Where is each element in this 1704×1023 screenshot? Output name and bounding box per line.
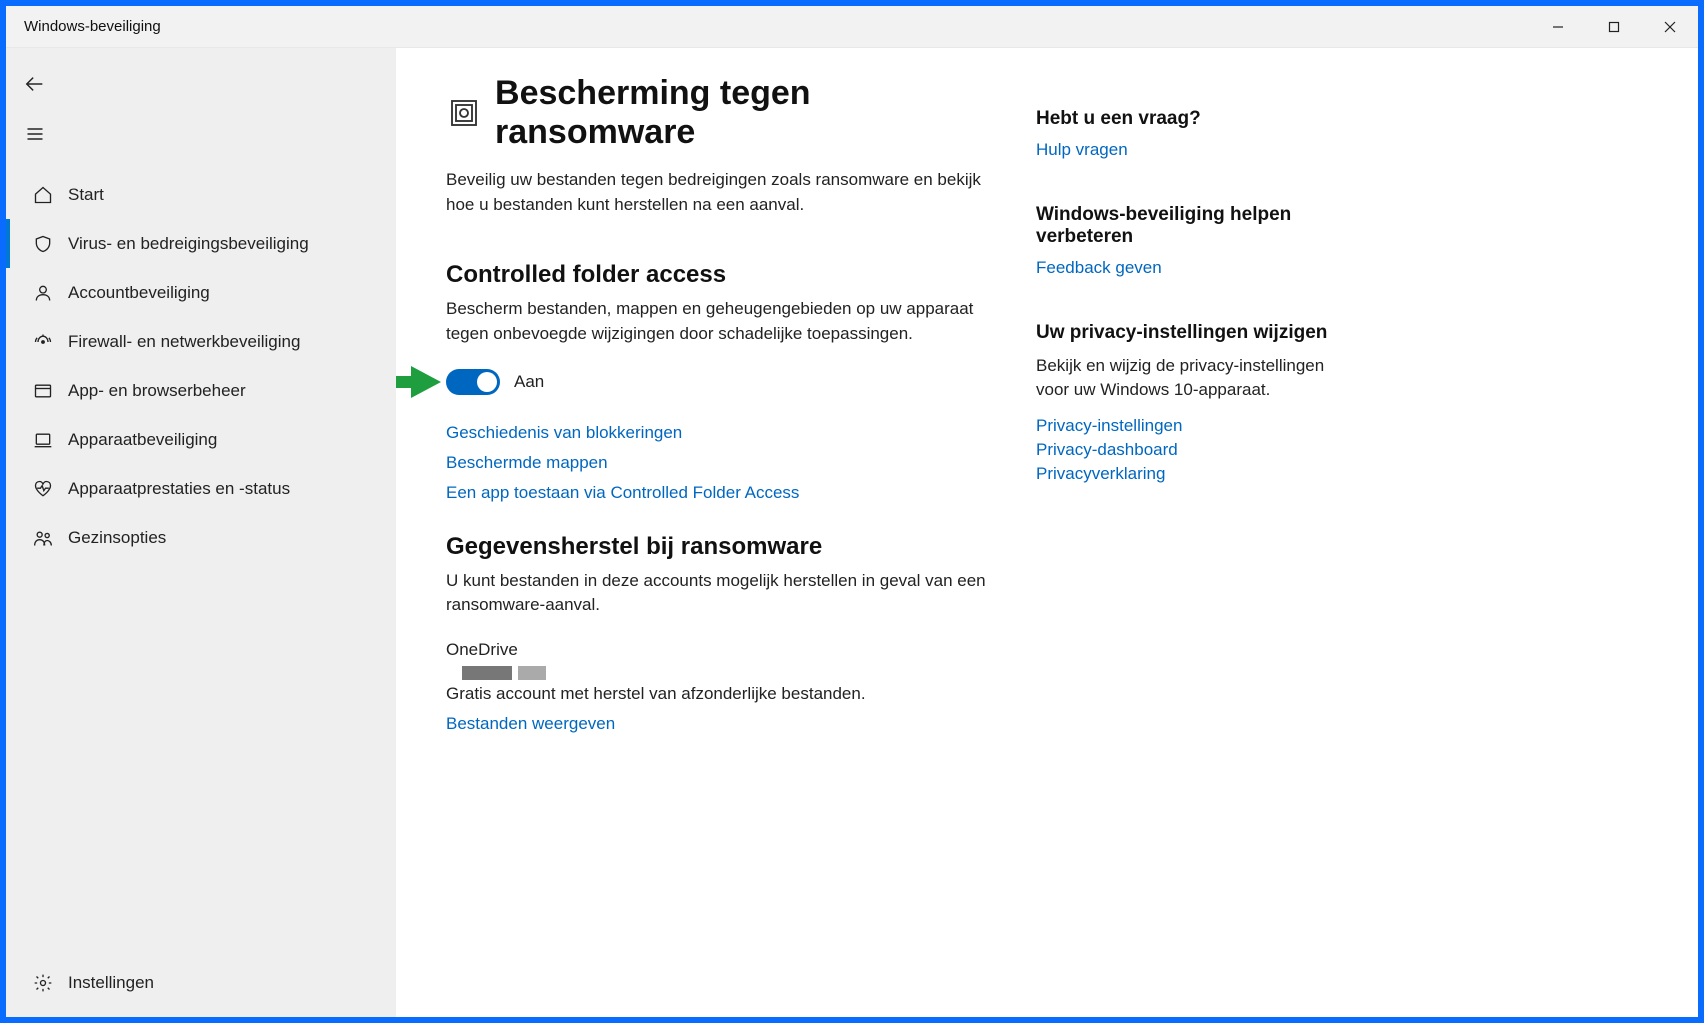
cfa-links: Geschiedenis van blokkeringen Beschermde… xyxy=(446,423,1006,503)
link-allow-app[interactable]: Een app toestaan via Controlled Folder A… xyxy=(446,483,1006,503)
section-recovery: Gegevensherstel bij ransomware U kunt be… xyxy=(446,533,1006,734)
cfa-desc: Bescherm bestanden, mappen en geheugenge… xyxy=(446,297,1006,346)
page-lead: Beveilig uw bestanden tegen bedreigingen… xyxy=(446,168,1006,217)
sidebar-item-appbrowser[interactable]: App- en browserbeheer xyxy=(6,366,396,415)
device-icon xyxy=(28,430,58,450)
sidebar-item-device[interactable]: Apparaatbeveiliging xyxy=(6,415,396,464)
sidebar-item-firewall[interactable]: Firewall- en netwerkbeveiliging xyxy=(6,317,396,366)
aside-privacy: Uw privacy-instellingen wijzigen Bekijk … xyxy=(1036,322,1346,484)
maximize-button[interactable] xyxy=(1586,6,1642,48)
aside-improve: Windows-beveiliging helpen verbeteren Fe… xyxy=(1036,204,1346,278)
sidebar-item-performance[interactable]: Apparaatprestaties en -status xyxy=(6,464,396,513)
cfa-toggle-row: Aan xyxy=(446,369,1006,395)
body: Start Virus- en bedreigingsbeveiliging A… xyxy=(6,48,1698,1017)
sidebar-item-label: Instellingen xyxy=(68,973,154,993)
home-icon xyxy=(28,185,58,205)
hamburger-button[interactable] xyxy=(10,112,60,156)
cfa-toggle-state: Aan xyxy=(514,372,544,392)
minimize-button[interactable] xyxy=(1530,6,1586,48)
recovery-title: Gegevensherstel bij ransomware xyxy=(446,533,1006,561)
sidebar-item-label: App- en browserbeheer xyxy=(68,381,246,401)
family-icon xyxy=(28,528,58,548)
aside-help-title: Hebt u een vraag? xyxy=(1036,108,1346,130)
sidebar: Start Virus- en bedreigingsbeveiliging A… xyxy=(6,48,396,1017)
close-button[interactable] xyxy=(1642,6,1698,48)
person-icon xyxy=(28,283,58,303)
window-controls xyxy=(1530,6,1698,48)
link-privacy-dashboard[interactable]: Privacy-dashboard xyxy=(1036,440,1346,460)
aside-column: Hebt u een vraag? Hulp vragen Windows-be… xyxy=(1036,74,1346,1017)
sidebar-item-label: Apparaatprestaties en -status xyxy=(68,479,290,499)
sidebar-item-start[interactable]: Start xyxy=(6,170,396,219)
sidebar-item-family[interactable]: Gezinsopties xyxy=(6,513,396,562)
nav-bottom: Instellingen xyxy=(6,958,396,1017)
sidebar-item-virus[interactable]: Virus- en bedreigingsbeveiliging xyxy=(6,219,396,268)
app-icon xyxy=(28,381,58,401)
cfa-toggle[interactable] xyxy=(446,369,500,395)
link-privacy-statement[interactable]: Privacyverklaring xyxy=(1036,464,1346,484)
heart-icon xyxy=(28,479,58,499)
sidebar-item-label: Firewall- en netwerkbeveiliging xyxy=(68,332,300,352)
section-cfa: Controlled folder access Bescherm bestan… xyxy=(446,261,1006,502)
window-title: Windows-beveiliging xyxy=(6,18,1530,35)
page-header: Bescherming tegen ransomware xyxy=(446,74,1006,152)
link-feedback[interactable]: Feedback geven xyxy=(1036,258,1346,278)
onedrive-desc: Gratis account met herstel van afzonderl… xyxy=(446,684,1006,704)
aside-improve-title: Windows-beveiliging helpen verbeteren xyxy=(1036,204,1346,248)
aside-privacy-title: Uw privacy-instellingen wijzigen xyxy=(1036,322,1346,344)
page-title: Bescherming tegen ransomware xyxy=(495,74,1006,152)
sidebar-item-label: Apparaatbeveiliging xyxy=(68,430,217,450)
aside-privacy-desc: Bekijk en wijzig de privacy-instellingen… xyxy=(1036,354,1346,402)
aside-help: Hebt u een vraag? Hulp vragen xyxy=(1036,108,1346,160)
sidebar-item-label: Accountbeveiliging xyxy=(68,283,210,303)
ransomware-icon xyxy=(446,95,481,131)
link-protected-folders[interactable]: Beschermde mappen xyxy=(446,453,1006,473)
network-icon xyxy=(28,332,58,352)
link-get-help[interactable]: Hulp vragen xyxy=(1036,140,1346,160)
sidebar-item-label: Virus- en bedreigingsbeveiliging xyxy=(68,234,309,254)
shield-icon xyxy=(28,234,58,254)
sidebar-item-settings[interactable]: Instellingen xyxy=(6,958,396,1007)
back-button[interactable] xyxy=(10,62,60,106)
app-window: Windows-beveiliging xyxy=(5,5,1699,1018)
toggle-knob xyxy=(477,372,497,392)
link-block-history[interactable]: Geschiedenis van blokkeringen xyxy=(446,423,1006,443)
link-view-files[interactable]: Bestanden weergeven xyxy=(446,714,615,733)
cfa-title: Controlled folder access xyxy=(446,261,1006,289)
onedrive-account-redacted xyxy=(462,666,1006,680)
link-privacy-settings[interactable]: Privacy-instellingen xyxy=(1036,416,1346,436)
sidebar-item-label: Start xyxy=(68,185,104,205)
sidebar-item-label: Gezinsopties xyxy=(68,528,166,548)
nav-list: Start Virus- en bedreigingsbeveiliging A… xyxy=(6,170,396,958)
annotation-arrow-icon xyxy=(396,362,441,402)
main-column: Bescherming tegen ransomware Beveilig uw… xyxy=(446,74,1006,1017)
titlebar: Windows-beveiliging xyxy=(6,6,1698,48)
content: Bescherming tegen ransomware Beveilig uw… xyxy=(396,48,1698,1017)
gear-icon xyxy=(28,973,58,993)
recovery-desc: U kunt bestanden in deze accounts mogeli… xyxy=(446,569,1006,618)
sidebar-item-account[interactable]: Accountbeveiliging xyxy=(6,268,396,317)
onedrive-label: OneDrive xyxy=(446,640,1006,660)
